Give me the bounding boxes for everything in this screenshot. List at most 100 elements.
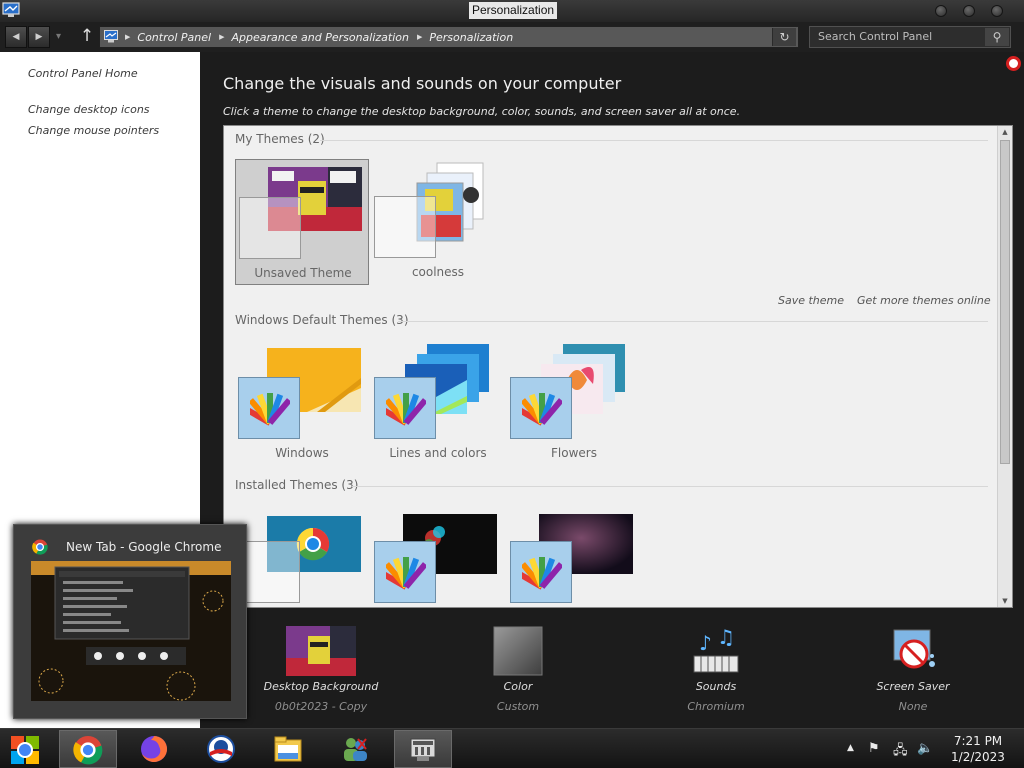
network-icon[interactable]: 🖧 xyxy=(893,741,908,763)
theme-lines-and-colors[interactable]: Lines and colors xyxy=(371,340,505,466)
minimize-button[interactable] xyxy=(935,5,947,17)
my-themes-heading: My Themes (2) xyxy=(235,132,325,146)
breadcrumb-control-panel[interactable]: Control Panel xyxy=(137,31,211,44)
color-fan-icon xyxy=(386,557,426,590)
sounds-value: Chromium xyxy=(687,700,745,713)
volume-icon[interactable]: 🔈 xyxy=(917,741,933,756)
theme-label: Flowers xyxy=(551,446,597,460)
desktop-background-label: Desktop Background xyxy=(263,680,379,693)
scroll-up-icon[interactable]: ▲ xyxy=(1000,128,1010,136)
chrome-icon xyxy=(73,735,103,765)
firefox-icon xyxy=(141,736,167,762)
forward-button[interactable]: ▶ xyxy=(28,26,50,48)
svg-text:♪: ♪ xyxy=(699,631,712,655)
control-panel-icon xyxy=(2,2,20,17)
theme-coolness[interactable]: coolness xyxy=(371,159,505,285)
control-panel-icon xyxy=(410,738,436,761)
breadcrumb-appearance[interactable]: Appearance and Personalization xyxy=(231,31,409,44)
color-label: Color xyxy=(503,680,533,693)
page-title: Change the visuals and sounds on your co… xyxy=(223,74,622,93)
theme-color-preview xyxy=(374,196,436,258)
themes-scrollbar[interactable]: ▲ ▼ xyxy=(997,126,1012,607)
color-value: Custom xyxy=(496,700,540,713)
search-box[interactable]: Search Control Panel ⚲ xyxy=(809,26,1011,48)
theme-color-preview xyxy=(238,541,300,603)
scroll-down-icon[interactable]: ▼ xyxy=(1000,597,1010,605)
chrome-icon xyxy=(32,539,48,555)
clock-date: 1/2/2023 xyxy=(951,750,1005,764)
close-button[interactable] xyxy=(991,5,1003,17)
chrome-window-thumbnail xyxy=(31,561,231,701)
screen-saver-value: None xyxy=(898,700,928,713)
taskbar-users-app[interactable] xyxy=(327,730,385,768)
up-arrow-icon[interactable]: ↑ xyxy=(78,26,96,46)
chevron-right-icon[interactable]: ▶ xyxy=(417,33,422,41)
maximize-button[interactable] xyxy=(963,5,975,17)
get-more-themes-link[interactable]: Get more themes online xyxy=(857,294,991,307)
title-bar: Personalization xyxy=(0,0,1024,22)
desktop-background-button[interactable]: Desktop Background 0b0t2023 - Copy xyxy=(251,626,391,713)
screen-saver-label: Screen Saver xyxy=(876,680,950,693)
folder-icon xyxy=(274,736,302,762)
taskbar-obama-app[interactable] xyxy=(193,730,251,768)
address-bar[interactable]: ▶ Control Panel ▶ Appearance and Persona… xyxy=(99,26,799,48)
theme-label: Windows xyxy=(275,446,329,460)
taskbar-chrome[interactable] xyxy=(59,730,117,768)
sounds-button[interactable]: ♪ ♫ Sounds Chromium xyxy=(646,625,786,713)
color-fan-icon xyxy=(250,393,290,426)
start-button[interactable] xyxy=(0,730,58,768)
navigation-bar: ◀ ▶ ▾ ↑ ▶ Control Panel ▶ Appearance and… xyxy=(0,22,1024,52)
divider xyxy=(352,486,988,487)
action-center-flag-icon[interactable]: ⚑ xyxy=(868,741,880,756)
theme-installed-1[interactable] xyxy=(235,508,369,607)
theme-installed-3[interactable] xyxy=(507,508,641,607)
sounds-icon: ♪ ♫ xyxy=(693,625,739,673)
theme-flowers[interactable]: Flowers xyxy=(507,340,641,466)
start-orb-icon xyxy=(11,736,39,764)
control-panel-icon xyxy=(104,30,118,43)
obama-logo-icon xyxy=(207,735,235,763)
taskbar-file-explorer[interactable] xyxy=(260,730,318,768)
color-fan-icon xyxy=(522,393,562,426)
search-icon[interactable]: ⚲ xyxy=(985,28,1009,46)
theme-installed-2[interactable] xyxy=(371,508,505,607)
divider xyxy=(398,321,988,322)
chevron-right-icon: ▶ xyxy=(125,33,131,41)
breadcrumb-personalization[interactable]: Personalization xyxy=(429,31,513,44)
scrollbar-thumb[interactable] xyxy=(1000,140,1010,464)
preview-title: New Tab - Google Chrome xyxy=(66,540,222,554)
taskbar-firefox[interactable] xyxy=(126,730,184,768)
desktop-background-value: 0b0t2023 - Copy xyxy=(274,700,368,713)
save-theme-link[interactable]: Save theme xyxy=(778,294,844,307)
theme-windows[interactable]: Windows xyxy=(235,340,369,466)
back-button[interactable]: ◀ xyxy=(5,26,27,48)
screen-saver-button[interactable]: Screen Saver None xyxy=(843,626,983,713)
change-desktop-icons-link[interactable]: Change desktop icons xyxy=(28,103,150,116)
color-fan-icon xyxy=(386,393,426,426)
theme-label: Unsaved Theme xyxy=(254,266,352,280)
show-hidden-icons-icon[interactable]: ▲ xyxy=(847,743,854,753)
taskbar-control-panel[interactable] xyxy=(394,730,452,768)
change-mouse-pointers-link[interactable]: Change mouse pointers xyxy=(28,124,159,137)
svg-text:♫: ♫ xyxy=(717,626,735,649)
color-button[interactable]: Color Custom xyxy=(448,626,588,713)
search-input[interactable]: Search Control Panel xyxy=(818,30,932,43)
main-content: Change the visuals and sounds on your co… xyxy=(200,52,1024,728)
screen-saver-icon xyxy=(893,629,935,669)
taskbar: ▲ ⚑ 🖧 🔈 7:21 PM 1/2/2023 xyxy=(0,728,1024,768)
window-title: Personalization xyxy=(469,2,558,19)
taskbar-thumbnail-preview[interactable]: New Tab - Google Chrome xyxy=(13,524,247,719)
desktop-background-icon xyxy=(286,626,356,676)
refresh-icon[interactable]: ↻ xyxy=(772,28,796,46)
clock[interactable]: 7:21 PM 1/2/2023 xyxy=(946,733,1010,765)
help-icon[interactable] xyxy=(1006,56,1021,71)
control-panel-home-link[interactable]: Control Panel Home xyxy=(28,67,138,80)
theme-unsaved[interactable]: Unsaved Theme xyxy=(235,159,369,285)
color-fan-icon xyxy=(522,557,562,590)
recent-pages-dropdown-icon[interactable]: ▾ xyxy=(56,31,61,42)
installed-themes-heading: Installed Themes (3) xyxy=(235,478,359,492)
breadcrumb: ▶ Control Panel ▶ Appearance and Persona… xyxy=(122,27,513,47)
theme-label: Lines and colors xyxy=(389,446,487,460)
chevron-right-icon[interactable]: ▶ xyxy=(219,33,224,41)
windows-default-themes-heading: Windows Default Themes (3) xyxy=(235,313,409,327)
